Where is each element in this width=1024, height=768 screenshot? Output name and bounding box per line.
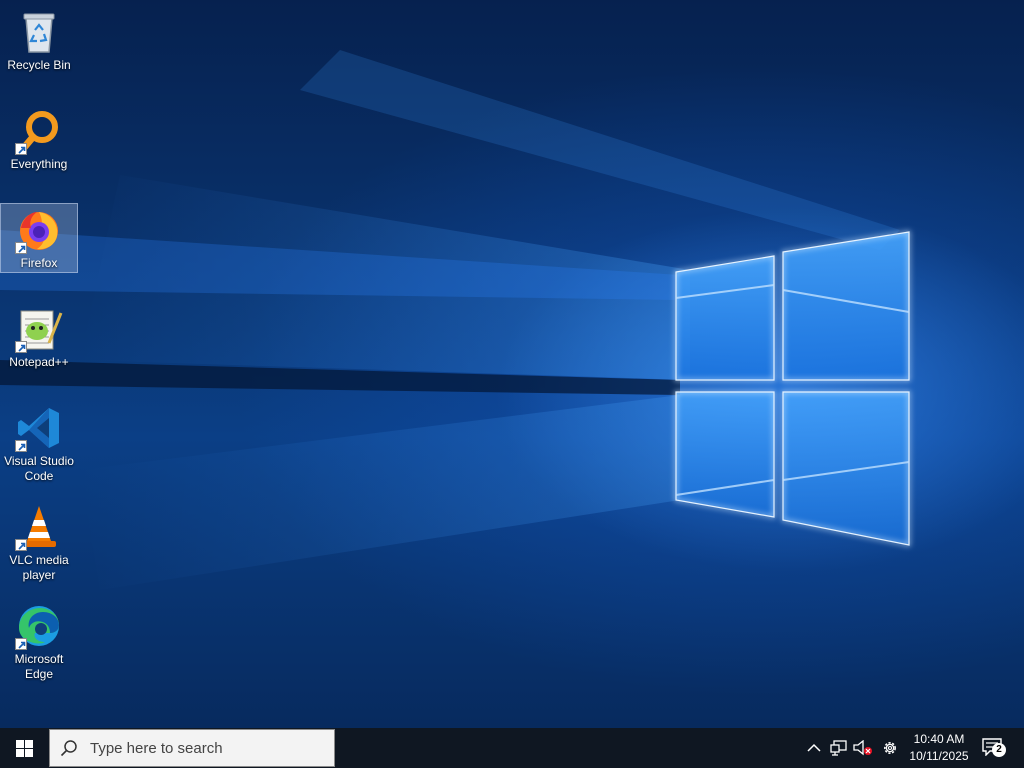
desktop-icon-recycle-bin[interactable]: Recycle Bin xyxy=(0,4,78,86)
desktop-icon-label: Visual Studio Code xyxy=(4,454,74,483)
desktop-icon-microsoft-edge[interactable]: Microsoft Edge xyxy=(0,598,78,688)
clock-date: 10/11/2025 xyxy=(909,749,969,763)
network-icon xyxy=(830,740,847,756)
search-input[interactable] xyxy=(90,739,320,757)
network-tray-button[interactable] xyxy=(828,728,850,768)
start-button[interactable] xyxy=(0,728,48,768)
desktop-icon-label: Microsoft Edge xyxy=(14,652,64,681)
taskbar-search-box[interactable] xyxy=(49,729,335,767)
taskbar-clock[interactable]: 10:40 AM 10/11/2025 xyxy=(904,728,974,768)
shortcut-arrow-icon xyxy=(15,242,27,254)
desktop-icon-label: Everything xyxy=(10,157,68,171)
shortcut-arrow-icon xyxy=(15,143,27,155)
recycle-bin-icon xyxy=(15,8,63,56)
desktop-icon-everything[interactable]: Everything xyxy=(0,103,78,185)
desktop-icon-vlc-media-player[interactable]: VLC media player xyxy=(0,499,78,589)
desktop-icon-firefox[interactable]: Firefox xyxy=(0,203,78,273)
everything-search-icon xyxy=(15,107,63,155)
desktop-icon-label: Recycle Bin xyxy=(7,58,71,72)
chevron-up-icon xyxy=(807,743,821,752)
notepad-plus-plus-icon xyxy=(15,305,63,353)
desktop-icon-label: VLC media player xyxy=(9,553,69,582)
volume-tray-button[interactable] xyxy=(852,728,874,768)
clock-time: 10:40 AM xyxy=(913,732,965,746)
windows-logo-icon xyxy=(16,740,33,757)
taskbar: 10:40 AM 10/11/2025 2 xyxy=(0,728,1024,768)
gear-icon xyxy=(884,742,896,754)
show-hidden-icons-button[interactable] xyxy=(804,728,824,768)
shortcut-arrow-icon xyxy=(15,638,27,650)
settings-tray-button[interactable] xyxy=(878,728,902,768)
vscode-icon xyxy=(15,404,63,452)
desktop-icon-notepad-plus-plus[interactable]: Notepad++ xyxy=(0,301,78,383)
shortcut-arrow-icon xyxy=(15,341,27,353)
search-icon xyxy=(50,729,90,767)
notification-count-badge: 2 xyxy=(992,743,1006,757)
volume-muted-icon xyxy=(853,740,872,756)
desktop-icon-visual-studio-code[interactable]: Visual Studio Code xyxy=(0,400,78,490)
vlc-icon xyxy=(15,503,63,551)
edge-icon xyxy=(15,602,63,650)
shortcut-arrow-icon xyxy=(15,539,27,551)
desktop-icon-label: Firefox xyxy=(20,256,58,270)
firefox-icon xyxy=(15,206,63,254)
windows-logo-light-beams xyxy=(0,50,910,590)
desktop-wallpaper xyxy=(0,0,1024,728)
desktop-icon-label: Notepad++ xyxy=(9,355,69,369)
shortcut-arrow-icon xyxy=(15,440,27,452)
